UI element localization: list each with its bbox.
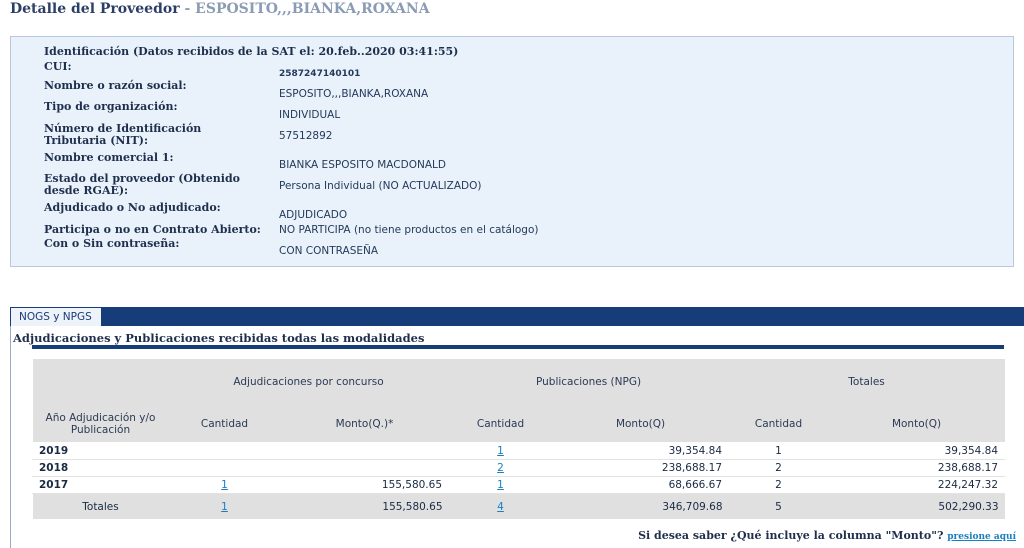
pub-qty-cell: 1: [448, 442, 554, 460]
adjudicado-label: Adjudicado o No adjudicado:: [44, 201, 221, 214]
tot-amount-cell: 238,688.17: [828, 459, 1006, 477]
totals-adj-qty-link[interactable]: 1: [221, 501, 228, 513]
pub-qty-link[interactable]: 2: [497, 462, 504, 474]
stats-table-wrap: Adjudicaciones por concurso Publicacione…: [32, 359, 1006, 519]
provider-info-panel: Identificación (Datos recibidos de la SA…: [10, 36, 1014, 267]
totals-pub-qty-link[interactable]: 4: [497, 501, 504, 513]
pub-qty-cell: 1: [448, 476, 554, 494]
totals-pub-amount: 346,709.68: [552, 493, 729, 519]
totals-row: Totales 1 155,580.65 4 346,709.68 5 502,…: [32, 493, 1005, 519]
adjudicado-value: ADJUDICADO: [279, 209, 348, 221]
tab-bar: [10, 307, 1024, 326]
title-separator: -: [179, 1, 196, 17]
nit-label: Número de Identificación Tributaria (NIT…: [44, 122, 202, 147]
nombre-comercial-value: BIANKA ESPOSITO MACDONALD: [279, 159, 446, 171]
group-header-adjudicaciones: Adjudicaciones por concurso: [168, 359, 449, 405]
group-header-totales: Totales: [728, 359, 1005, 405]
table-row: 2019 1 39,354.84 1 39,354.84: [32, 442, 1006, 460]
page-title-label: Detalle del Proveedor: [10, 1, 180, 17]
table-row: 2017 1 155,580.65 1 68,666.67 2 224,247.…: [32, 476, 1006, 494]
col-header-adj-amount: Monto(Q.)*: [280, 405, 449, 443]
tot-qty-cell: 2: [728, 459, 830, 477]
totals-pub-qty-cell: 4: [448, 493, 553, 519]
col-header-pub-amount: Monto(Q): [552, 405, 729, 443]
provider-name: ESPOSITO,,,BIANKA,ROXANA: [195, 1, 430, 17]
row-year: 2019: [32, 442, 169, 460]
col-header-tot-qty: Cantidad: [728, 405, 829, 443]
adj-qty-cell: [168, 459, 281, 477]
pub-amount-cell: 39,354.84: [552, 442, 730, 460]
section-title: Adjudicaciones y Publicaciones recibidas…: [13, 331, 425, 345]
tipo-organizacion-value: INDIVIDUAL: [279, 109, 341, 121]
nit-value: 57512892: [279, 130, 333, 142]
table-column-header-row: Año Adjudicación y/o Publicación Cantida…: [32, 405, 1005, 443]
contrasena-value: CON CONTRASEÑA: [279, 245, 379, 257]
totals-adj-qty-cell: 1: [168, 493, 281, 519]
group-header-empty: [32, 359, 169, 405]
cui-value: 2587247140101: [279, 69, 361, 79]
col-header-pub-qty: Cantidad: [448, 405, 553, 443]
tot-amount-cell: 224,247.32: [828, 476, 1006, 494]
group-header-publicaciones: Publicaciones (NPG): [448, 359, 729, 405]
pub-qty-link[interactable]: 1: [497, 479, 504, 491]
monto-help-link[interactable]: presione aquí: [947, 532, 1016, 542]
pub-amount-cell: 68,666.67: [552, 476, 730, 494]
tipo-organizacion-label: Tipo de organización:: [44, 100, 178, 113]
adj-amount-cell: [279, 459, 450, 477]
totals-tot-amount: 502,290.33: [828, 493, 1005, 519]
pub-qty-link[interactable]: 1: [497, 445, 504, 457]
totals-adj-amount: 155,580.65: [280, 493, 449, 519]
estado-proveedor-label: Estado del proveedor (Obtenido desde RGA…: [44, 172, 240, 197]
table-row: 2018 2 238,688.17 2 238,688.17: [32, 459, 1006, 477]
tot-qty-cell: 1: [728, 442, 830, 460]
col-header-adj-qty: Cantidad: [168, 405, 281, 443]
contrasena-label: Con o Sin contraseña:: [44, 237, 180, 250]
stats-table: Adjudicaciones por concurso Publicacione…: [32, 359, 1006, 519]
row-year: 2018: [32, 459, 169, 477]
cui-label: CUI:: [44, 60, 72, 73]
col-header-tot-amount: Monto(Q): [828, 405, 1005, 443]
razon-social-value: ESPOSITO,,,BIANKA,ROXANA: [279, 88, 429, 100]
razon-social-label: Nombre o razón social:: [44, 79, 187, 92]
tot-amount-cell: 39,354.84: [828, 442, 1006, 460]
identification-heading: Identificación (Datos recibidos de la SA…: [44, 45, 459, 58]
section-divider: [32, 345, 1004, 349]
row-year: 2017: [32, 476, 169, 494]
totals-tot-qty: 5: [728, 493, 829, 519]
adj-qty-link[interactable]: 1: [221, 479, 228, 491]
col-header-year: Año Adjudicación y/o Publicación: [32, 405, 169, 443]
contrato-abierto-label: Participa o no en Contrato Abierto:: [44, 223, 261, 236]
estado-proveedor-value: Persona Individual (NO ACTUALIZADO): [279, 180, 482, 192]
tot-qty-cell: 2: [728, 476, 830, 494]
adj-qty-cell: 1: [168, 476, 281, 494]
totals-label: Totales: [32, 493, 169, 519]
nombre-comercial-label: Nombre comercial 1:: [44, 151, 174, 164]
monto-help-question: Si desea saber ¿Qué incluye la columna "…: [638, 529, 944, 542]
monto-help-note: Si desea saber ¿Qué incluye la columna "…: [638, 529, 1016, 542]
page-title: Detalle del Proveedor - ESPOSITO,,,BIANK…: [10, 1, 430, 17]
tab-nogs-npgs[interactable]: NOGS y NPGS: [10, 307, 102, 326]
table-group-header-row: Adjudicaciones por concurso Publicacione…: [32, 359, 1005, 405]
adj-amount-cell: [279, 442, 450, 460]
pub-amount-cell: 238,688.17: [552, 459, 730, 477]
contrato-abierto-value: NO PARTICIPA (no tiene productos en el c…: [279, 224, 539, 236]
pub-qty-cell: 2: [448, 459, 554, 477]
adj-amount-cell: 155,580.65: [279, 476, 450, 494]
adj-qty-cell: [168, 442, 281, 460]
